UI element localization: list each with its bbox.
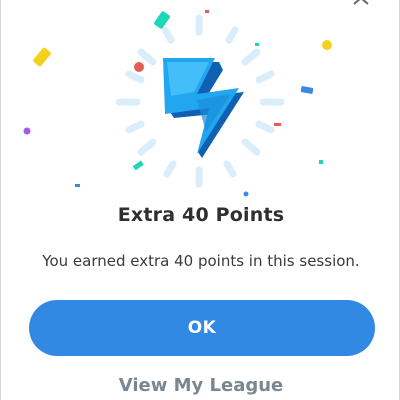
dialog-title: Extra 40 Points xyxy=(117,204,285,226)
view-league-link[interactable]: View My League xyxy=(1,375,400,396)
ok-button-label: OK xyxy=(187,318,217,338)
ok-button[interactable]: OK xyxy=(29,300,375,356)
dialog-message: You earned extra 40 points in this sessi… xyxy=(42,252,360,270)
lightning-bolt-icon xyxy=(163,58,244,158)
reward-illustration xyxy=(23,10,332,197)
reward-dialog: Extra 40 Points You earned extra 40 poin… xyxy=(0,0,400,400)
